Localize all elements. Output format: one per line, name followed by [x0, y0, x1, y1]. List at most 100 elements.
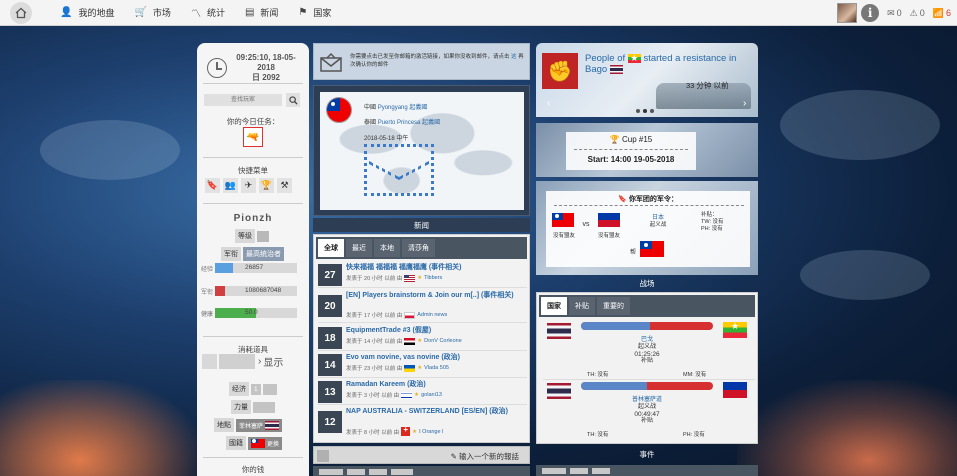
avatar[interactable]	[837, 3, 858, 23]
battle-name-link[interactable]: 普林塞萨道	[632, 397, 662, 403]
player-name[interactable]: Pionzh	[197, 213, 309, 224]
author-link[interactable]: DonV Corleone	[424, 338, 462, 344]
article-item[interactable]: 14 Evo vam novine, vas novine (政治) 发表于 2…	[318, 352, 527, 378]
tab[interactable]	[319, 469, 343, 475]
article-title[interactable]: NAP AUSTRALIA - SWITZERLAND [ES/EN] (政治)	[346, 407, 526, 416]
defender-flag-icon	[723, 322, 747, 338]
vote-count: 13	[318, 381, 342, 403]
tab-other[interactable]: 清莎角	[402, 239, 435, 257]
battle-timer: 00:49:47	[634, 411, 660, 418]
author-link[interactable]: I Orange I	[419, 429, 443, 435]
battle-item[interactable]: 普林塞萨道 起义战 00:49:47 补贴 TH: 没有 PH: 没有	[543, 380, 755, 440]
article-item[interactable]: 12 NAP AUSTRALIA - SWITZERLAND [ES/EN] (…	[318, 406, 527, 439]
tab-important[interactable]: 重要的	[597, 297, 630, 315]
tab[interactable]	[391, 469, 413, 475]
city-link[interactable]: Puerto Princesa	[378, 120, 421, 126]
article-meta: 发表于 23 小时 以前 由 ★ Vlada 505	[346, 364, 449, 372]
carousel-dot[interactable]	[636, 109, 640, 113]
right-allies: 没有盟友	[597, 233, 620, 239]
messages-button[interactable]: ✉ 0	[887, 8, 902, 19]
tab-recent[interactable]: 最近	[346, 239, 372, 257]
divider	[203, 457, 303, 458]
stat-label: 军衔	[201, 289, 214, 296]
cup-tournament-banner[interactable]: 🏆 Cup #15 Start: 14:00 19-05-2018	[536, 123, 758, 177]
signal-icon: 📶	[932, 7, 944, 18]
author-link[interactable]: Tibbers	[424, 275, 442, 281]
battle-item[interactable]: 巴戈 起义战 01:25:26 补贴 TH: 没有 MM: 没有	[543, 320, 755, 380]
battle-type: 起义战	[637, 344, 656, 350]
attacker-subsidy: TH: 没有	[587, 432, 609, 438]
show-consumables-button[interactable]: › 显示	[258, 354, 283, 369]
tab-country[interactable]: 国家	[541, 297, 567, 315]
article-item[interactable]: 27 快来福福 福福福 福鹰福鹰 (事件相关) 发表于 20 小时 以前 由 ★…	[318, 262, 527, 288]
nav-news[interactable]: ▤ 新闻	[245, 6, 278, 19]
city-link[interactable]: Pyongyang	[378, 105, 408, 111]
location-value[interactable]: 菲林塞萨	[236, 418, 283, 432]
article-title[interactable]: Ramadan Kareem (政治)	[346, 380, 526, 389]
divider	[203, 83, 303, 84]
trophy-icon[interactable]: 🏆	[259, 178, 274, 193]
carousel-prev-icon[interactable]: ‹	[547, 98, 550, 109]
health-value: 50.0	[245, 309, 258, 316]
article-item[interactable]: 20 [EN] Players brainstorm & Join our m[…	[318, 290, 527, 323]
nav-statistics[interactable]: 〽 统计	[191, 5, 225, 20]
tab-global[interactable]: 全球	[318, 239, 344, 257]
nav-my-place[interactable]: 👤 我的地盘	[60, 6, 114, 19]
article-title[interactable]: 快来福福 福福福 福鹰福鹰 (事件相关)	[346, 263, 526, 272]
search-input[interactable]	[204, 94, 282, 106]
tab-local[interactable]: 本地	[374, 239, 400, 257]
tools-icon[interactable]: ⚒	[277, 178, 292, 193]
nav-country[interactable]: ⚑ 国家	[298, 6, 331, 19]
write-article-bar[interactable]: ✎ 输入一个新的報話	[313, 446, 530, 464]
clock-time: 09:25:10, 18-05-	[236, 53, 296, 62]
author-link[interactable]: golani13	[421, 392, 442, 398]
fight-for-flag-icon[interactable]	[640, 241, 664, 257]
tab[interactable]	[347, 469, 365, 475]
plane-icon[interactable]: ✈	[241, 178, 256, 193]
home-button[interactable]	[10, 1, 32, 24]
quick-menu: 🔖 👥 ✈ 🏆 ⚒	[205, 178, 292, 193]
people-icon[interactable]: 👥	[223, 178, 238, 193]
resistance-time: 33 分钟 以前	[686, 81, 729, 90]
article-title[interactable]: [EN] Players brainstorm & Join our m[..]…	[346, 291, 526, 300]
news-card[interactable]: 中國 Pyongyang 起義國 泰國 Puerto Princesa 起義國 …	[320, 92, 524, 210]
article-title[interactable]: Evo vam novine, vas novine (政治)	[346, 353, 526, 362]
resistance-title[interactable]: People of started a resistance in Bago	[585, 53, 757, 75]
tab[interactable]	[592, 468, 610, 474]
carousel-dot[interactable]	[643, 109, 647, 113]
location-label: 地點	[214, 418, 234, 432]
resend-email-link[interactable]: 这	[511, 54, 517, 60]
article-item[interactable]: 13 Ramadan Kareem (政治) 发表于 3 小时 以前 由 ★ g…	[318, 379, 527, 405]
consumable-slot[interactable]	[202, 354, 217, 369]
uprising-link[interactable]: 起義國	[422, 120, 440, 126]
battle-name-link[interactable]: 巴戈	[641, 337, 653, 343]
search-button[interactable]	[286, 93, 300, 107]
tab[interactable]	[542, 468, 566, 474]
tab[interactable]	[369, 469, 387, 475]
top-navigation-bar: 👤 我的地盘 🛒 市场 〽 统计 ▤ 新闻 ⚑ 国家 i ✉ 0 ⚠ 0 📶 6	[0, 0, 957, 26]
alerts-button[interactable]: ⚠ 0	[910, 8, 925, 19]
tab-subsidies[interactable]: 补贴	[569, 297, 595, 315]
bookmark-icon[interactable]: 🔖	[205, 178, 220, 193]
resistance-event-carousel[interactable]: ✊ People of started a resistance in Bago…	[536, 43, 758, 117]
articles-feed: 全球 最近 本地 清莎角 27 快来福福 福福福 福鹰福鹰 (事件相关) 发表于…	[313, 234, 530, 443]
carousel-next-icon[interactable]: ›	[743, 98, 746, 109]
background-glow-right	[737, 380, 957, 476]
author-link[interactable]: Vlada 505	[424, 365, 449, 371]
info-icon[interactable]: i	[861, 4, 880, 22]
battle-progress-bar	[581, 322, 713, 330]
economy-value: 1	[251, 383, 261, 395]
article-title[interactable]: EquipmentTrade #3 (假屋)	[346, 326, 526, 335]
article-item[interactable]: 18 EquipmentTrade #3 (假屋) 发表于 14 小时 以前 由…	[318, 325, 527, 351]
daily-mission-button[interactable]: 🔫	[243, 127, 263, 147]
nav-market[interactable]: 🛒 市场	[134, 6, 170, 19]
experience-fill	[215, 263, 234, 273]
author-link[interactable]: Admin news	[417, 312, 447, 318]
user-icon: 👤	[60, 7, 73, 18]
carousel-dot[interactable]	[650, 109, 654, 113]
tab[interactable]	[570, 468, 588, 474]
uprising-link[interactable]: 起義國	[409, 105, 427, 111]
experience-bar: 26857	[215, 263, 297, 273]
notifications-button[interactable]: 📶 6	[933, 8, 951, 19]
change-citizenship-button[interactable]: 更换	[248, 436, 283, 450]
